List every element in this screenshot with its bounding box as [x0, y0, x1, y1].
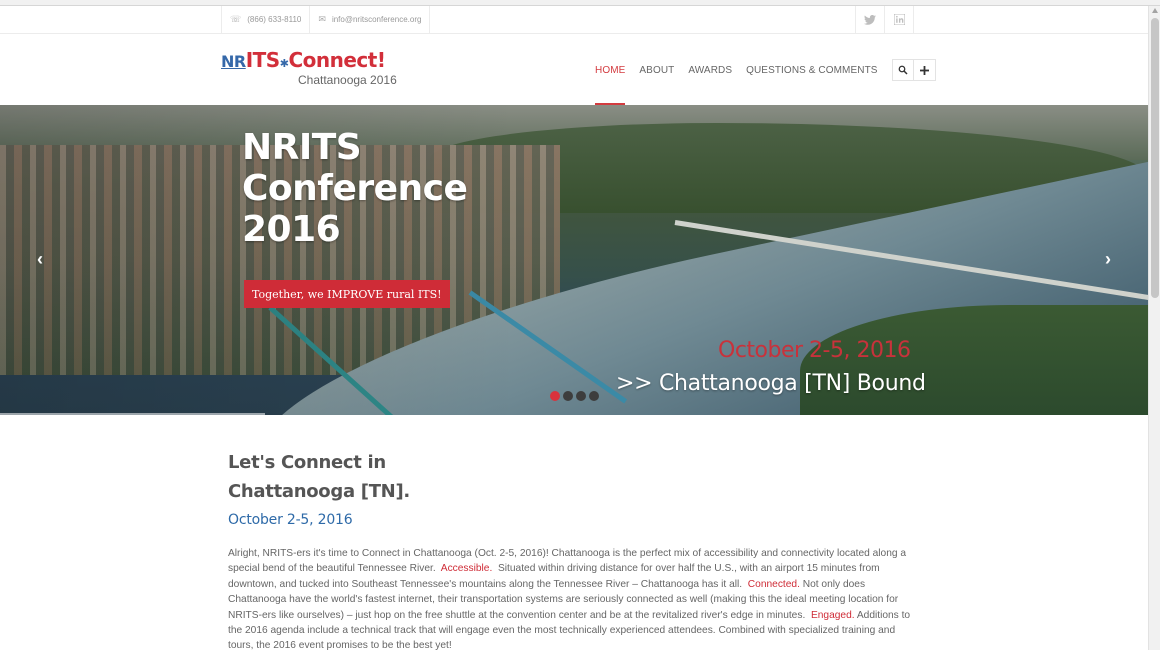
logo-its: ITS	[245, 48, 281, 72]
logo-wordmark: NRITS✱Connect!	[221, 49, 411, 75]
slider-dots	[550, 391, 602, 401]
slider-next-icon[interactable]: ›	[1100, 250, 1116, 268]
event-date: October 2-5, 2016	[228, 512, 353, 528]
nav-awards[interactable]: AWARDS	[688, 35, 732, 105]
page-scrollbar[interactable]	[1148, 6, 1160, 650]
twitter-icon[interactable]	[856, 6, 885, 33]
phone-contact[interactable]: ☏ (866) 633-8110	[222, 6, 311, 33]
logo-subtitle: Chattanooga 2016	[298, 73, 397, 87]
nav-questions-comments[interactable]: QUESTIONS & COMMENTS	[746, 35, 877, 105]
logo-prefix: NR	[221, 52, 246, 71]
nav-home[interactable]: HOME	[595, 35, 626, 105]
main-content: Let's Connect in Chattanooga [TN]. Octob…	[228, 448, 918, 650]
highlight-engaged: Engaged.	[810, 609, 855, 621]
linkedin-icon[interactable]	[885, 6, 914, 33]
email-contact[interactable]: ✉ info@nritsconference.org	[310, 6, 431, 33]
social-links	[855, 6, 914, 33]
site-header: NRITS✱Connect! Chattanooga 2016 HOME ABO…	[0, 35, 1148, 105]
scrollbar-thumb[interactable]	[1151, 18, 1159, 298]
slider-dot[interactable]	[576, 391, 586, 401]
hero-title: NRITS Conference 2016	[242, 127, 468, 250]
plus-icon[interactable]	[913, 59, 936, 81]
hero-tagline-button[interactable]: Together, we IMPROVE rural ITS!	[244, 280, 450, 308]
slider-progress	[0, 413, 265, 415]
scroll-up-icon[interactable]	[1152, 8, 1158, 13]
main-nav: HOME ABOUT AWARDS QUESTIONS & COMMENTS	[595, 35, 936, 105]
hero-location: >> Chattanooga [TN] Bound	[616, 371, 926, 396]
slider-dot[interactable]	[563, 391, 573, 401]
logo-connect: Connect!	[288, 48, 386, 72]
nav-about[interactable]: ABOUT	[639, 35, 674, 105]
slider-dot[interactable]	[589, 391, 599, 401]
phone-number: (866) 633-8110	[247, 15, 302, 24]
search-icon[interactable]	[891, 59, 914, 81]
hero-slider: NRITS Conference 2016 Together, we IMPRO…	[0, 105, 1148, 415]
envelope-icon: ✉	[318, 14, 326, 24]
top-bar: ☏ (866) 633-8110 ✉ info@nritsconference.…	[0, 6, 1148, 34]
slider-prev-icon[interactable]: ‹	[32, 250, 48, 268]
intro-paragraph: Alright, NRITS-ers it's time to Connect …	[228, 546, 918, 650]
email-address: info@nritsconference.org	[331, 15, 422, 24]
hero-date: October 2-5, 2016	[718, 338, 911, 363]
contact-info: ☏ (866) 633-8110 ✉ info@nritsconference.…	[221, 6, 431, 33]
highlight-connected: Connected.	[747, 578, 800, 590]
phone-icon: ☏	[230, 14, 242, 24]
slider-dot[interactable]	[550, 391, 560, 401]
highlight-accessible: Accessible.	[440, 563, 493, 575]
site-logo[interactable]: NRITS✱Connect! Chattanooga 2016	[221, 49, 411, 91]
page-heading: Let's Connect in Chattanooga [TN].	[228, 452, 410, 502]
